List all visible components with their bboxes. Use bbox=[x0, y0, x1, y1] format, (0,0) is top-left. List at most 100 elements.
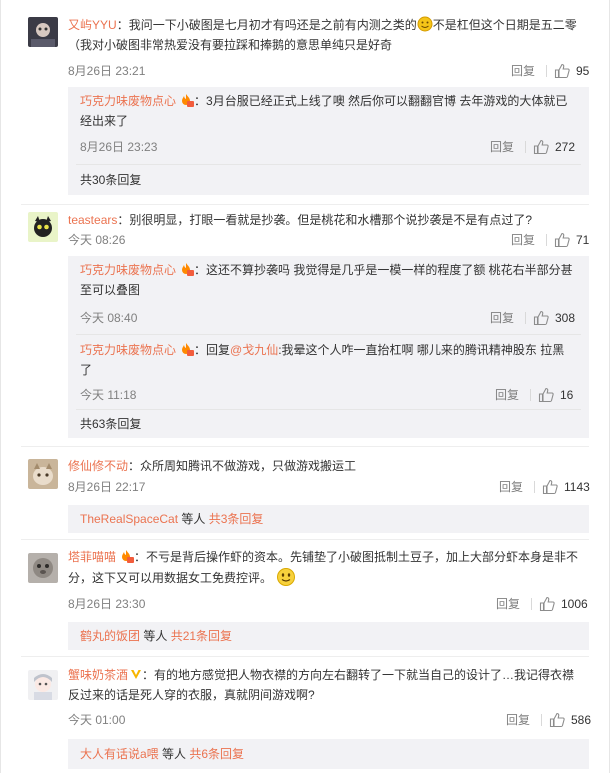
like-button[interactable]: 1143 bbox=[542, 477, 590, 497]
thumbs-up-icon bbox=[539, 596, 555, 612]
fire-badge-icon bbox=[178, 262, 195, 276]
avatar[interactable] bbox=[28, 670, 58, 700]
like-button[interactable]: 95 bbox=[554, 61, 589, 81]
timestamp: 今天 08:26 bbox=[68, 233, 126, 247]
more-replies-text: 等人 bbox=[158, 747, 190, 761]
avatar[interactable] bbox=[28, 553, 58, 583]
like-button[interactable]: 586 bbox=[549, 710, 591, 730]
more-replies-link[interactable]: 共21条回复 bbox=[171, 629, 232, 643]
mention-link[interactable]: @戈九仙 bbox=[230, 343, 278, 357]
username[interactable]: 巧克力味废物点心 bbox=[80, 263, 176, 277]
more-replies-row[interactable]: TheRealSpaceCat 等人 共3条回复 bbox=[80, 509, 263, 529]
fire-badge-icon bbox=[118, 549, 135, 563]
username[interactable]: 鹤丸的饭团 bbox=[80, 629, 140, 643]
reply-button[interactable]: 回复 bbox=[490, 308, 514, 328]
verified-v-icon bbox=[130, 666, 142, 679]
comment-text: 又屿YYU：我问一下小破图是七月初才有吗还是之前有内测之类的 不是杠但这个日期是五… bbox=[68, 15, 589, 35]
like-count: 272 bbox=[555, 140, 576, 154]
like-count: 71 bbox=[576, 233, 590, 247]
sub-reply-text: 巧克力味废物点心 ：回复@戈九仙:我晕这个人咋一直抬杠啊 哪儿来的腾讯精神股东 拉… bbox=[80, 340, 577, 360]
reply-button[interactable]: 回复 bbox=[499, 477, 523, 497]
more-replies-row[interactable]: 鹤丸的饭团 等人 共21条回复 bbox=[80, 626, 232, 646]
comment-meta: 8月26日 23:30 回复 1006 bbox=[68, 594, 589, 614]
avatar[interactable] bbox=[28, 17, 58, 47]
more-replies-text: 等人 bbox=[178, 512, 209, 526]
like-button[interactable]: 71 bbox=[554, 230, 589, 250]
comment-meta: 8月26日 22:17 回复 1143 bbox=[68, 477, 590, 497]
divider bbox=[530, 389, 531, 401]
like-button[interactable]: 308 bbox=[533, 308, 575, 328]
sub-reply: 巧克力味废物点心 ：回复@戈九仙:我晕这个人咋一直抬杠啊 哪儿来的腾讯精神股东 拉… bbox=[80, 340, 577, 380]
reply-button[interactable]: 回复 bbox=[506, 710, 530, 730]
sub-replies: 鹤丸的饭团 等人 共21条回复 bbox=[68, 622, 589, 650]
reply-button[interactable]: 回复 bbox=[496, 594, 520, 614]
thumbs-up-icon bbox=[533, 139, 549, 155]
like-count: 308 bbox=[555, 311, 576, 325]
like-count: 586 bbox=[571, 713, 592, 727]
more-replies-link[interactable]: 共63条回复 bbox=[80, 414, 141, 434]
timestamp: 今天 01:00 bbox=[68, 713, 126, 727]
more-replies-link[interactable]: 共30条回复 bbox=[80, 170, 141, 190]
reply-button[interactable]: 回复 bbox=[511, 61, 535, 81]
comment-text-part: 不是杠但这个日期是五二零 bbox=[432, 18, 577, 32]
username[interactable]: 巧克力味废物点心 bbox=[80, 343, 176, 357]
comment-meta: 8月26日 23:21 回复 95 bbox=[68, 61, 589, 81]
reply-button[interactable]: 回复 bbox=[511, 230, 535, 250]
username[interactable]: 塔菲喵喵 bbox=[68, 550, 116, 564]
comment-text-line2: 反过来的话是死人穿的衣服，真就阴间游戏啊? bbox=[68, 688, 315, 702]
comment-text: 修仙修不动：众所周知腾讯不做游戏，只做游戏搬运工 bbox=[68, 456, 589, 476]
sub-reply-text-line2: 经出来了 bbox=[80, 114, 129, 128]
thumbs-up-icon bbox=[538, 387, 554, 403]
sub-replies: 巧克力味废物点心 ：3月台服已经正式上线了噢 然后你可以翻翻官博 去年游戏的大体就… bbox=[68, 87, 589, 195]
username[interactable]: 又屿YYU bbox=[68, 18, 117, 32]
username[interactable]: teastears bbox=[68, 213, 117, 227]
comment-text-part: ：不亏是背后操作虾的资本。先铺垫了小破图抵制土豆子，加上大部分虾本身是非不 bbox=[134, 550, 579, 564]
comment-text-line2: 分，这下又可以用数据女工免费控评。 bbox=[68, 567, 589, 588]
comment-2: teastears：别很明显，打眼一看就是抄袭。但是桃花和水槽那个说抄袭是不是有… bbox=[1, 204, 609, 446]
divider bbox=[541, 714, 542, 726]
reply-button[interactable]: 回复 bbox=[490, 137, 514, 157]
more-replies-row[interactable]: 大人有话说a喂 等人 共6条回复 bbox=[80, 744, 244, 764]
like-count: 1143 bbox=[564, 480, 590, 494]
sub-reply-text-part: ：回复 bbox=[194, 343, 231, 357]
thumbs-up-icon bbox=[533, 310, 549, 326]
comment-meta: 今天 08:26 回复 71 bbox=[68, 230, 589, 250]
reply-button[interactable]: 回复 bbox=[495, 385, 519, 405]
sub-reply-meta: 今天 11:18 回复 16 bbox=[80, 385, 577, 405]
like-button[interactable]: 272 bbox=[533, 137, 575, 157]
fire-badge-icon bbox=[178, 93, 195, 107]
fire-badge-icon bbox=[178, 342, 195, 356]
timestamp: 8月26日 23:30 bbox=[68, 597, 146, 611]
sub-reply-meta: 8月26日 23:23 回复 272 bbox=[80, 137, 577, 157]
username[interactable]: 大人有话说a喂 bbox=[80, 747, 159, 761]
sub-reply-meta: 今天 08:40 回复 308 bbox=[80, 308, 577, 328]
more-replies-link[interactable]: 共3条回复 bbox=[209, 512, 264, 526]
more-replies-link[interactable]: 共6条回复 bbox=[189, 747, 244, 761]
timestamp: 今天 11:18 bbox=[80, 388, 137, 402]
avatar[interactable] bbox=[28, 459, 58, 489]
sub-reply: 巧克力味废物点心 ：这还不算抄袭吗 我觉得是几乎是一模一样的程度了额 桃花右半部分… bbox=[80, 260, 577, 300]
username[interactable]: 蟹味奶茶酒 bbox=[68, 668, 128, 682]
sub-reply-text-line2: 至可以叠图 bbox=[80, 283, 141, 297]
smile-emoji-icon bbox=[276, 567, 296, 587]
comment-3: 修仙修不动：众所周知腾讯不做游戏，只做游戏搬运工 8月26日 22:17 回复 … bbox=[1, 446, 609, 539]
comment-4: 塔菲喵喵 ：不亏是背后操作虾的资本。先铺垫了小破图抵制土豆子，加上大部分虾本身是非… bbox=[1, 539, 609, 656]
comment-feed: 又屿YYU：我问一下小破图是七月初才有吗还是之前有内测之类的 不是杠但这个日期是五… bbox=[0, 0, 610, 773]
username[interactable]: 巧克力味废物点心 bbox=[80, 94, 176, 108]
divider bbox=[534, 481, 535, 493]
comment-1: 又屿YYU：我问一下小破图是七月初才有吗还是之前有内测之类的 不是杠但这个日期是五… bbox=[1, 0, 609, 204]
sub-reply-text-line2: 了 bbox=[80, 363, 93, 377]
avatar[interactable] bbox=[28, 212, 58, 242]
like-button[interactable]: 16 bbox=[538, 385, 573, 405]
divider bbox=[546, 234, 547, 246]
comment-text-part: 分，这下又可以用数据女工免费控评。 bbox=[68, 571, 273, 585]
like-count: 1006 bbox=[561, 597, 588, 611]
divider bbox=[525, 312, 526, 324]
username[interactable]: 修仙修不动 bbox=[68, 459, 128, 473]
like-button[interactable]: 1006 bbox=[539, 594, 588, 614]
thumbs-up-icon bbox=[549, 712, 565, 728]
divider bbox=[76, 334, 581, 335]
comment-text: teastears：别很明显，打眼一看就是抄袭。但是桃花和水槽那个说抄袭是不是有… bbox=[68, 210, 589, 230]
comment-meta: 今天 01:00 回复 586 bbox=[68, 710, 591, 730]
username[interactable]: TheRealSpaceCat bbox=[80, 512, 178, 526]
